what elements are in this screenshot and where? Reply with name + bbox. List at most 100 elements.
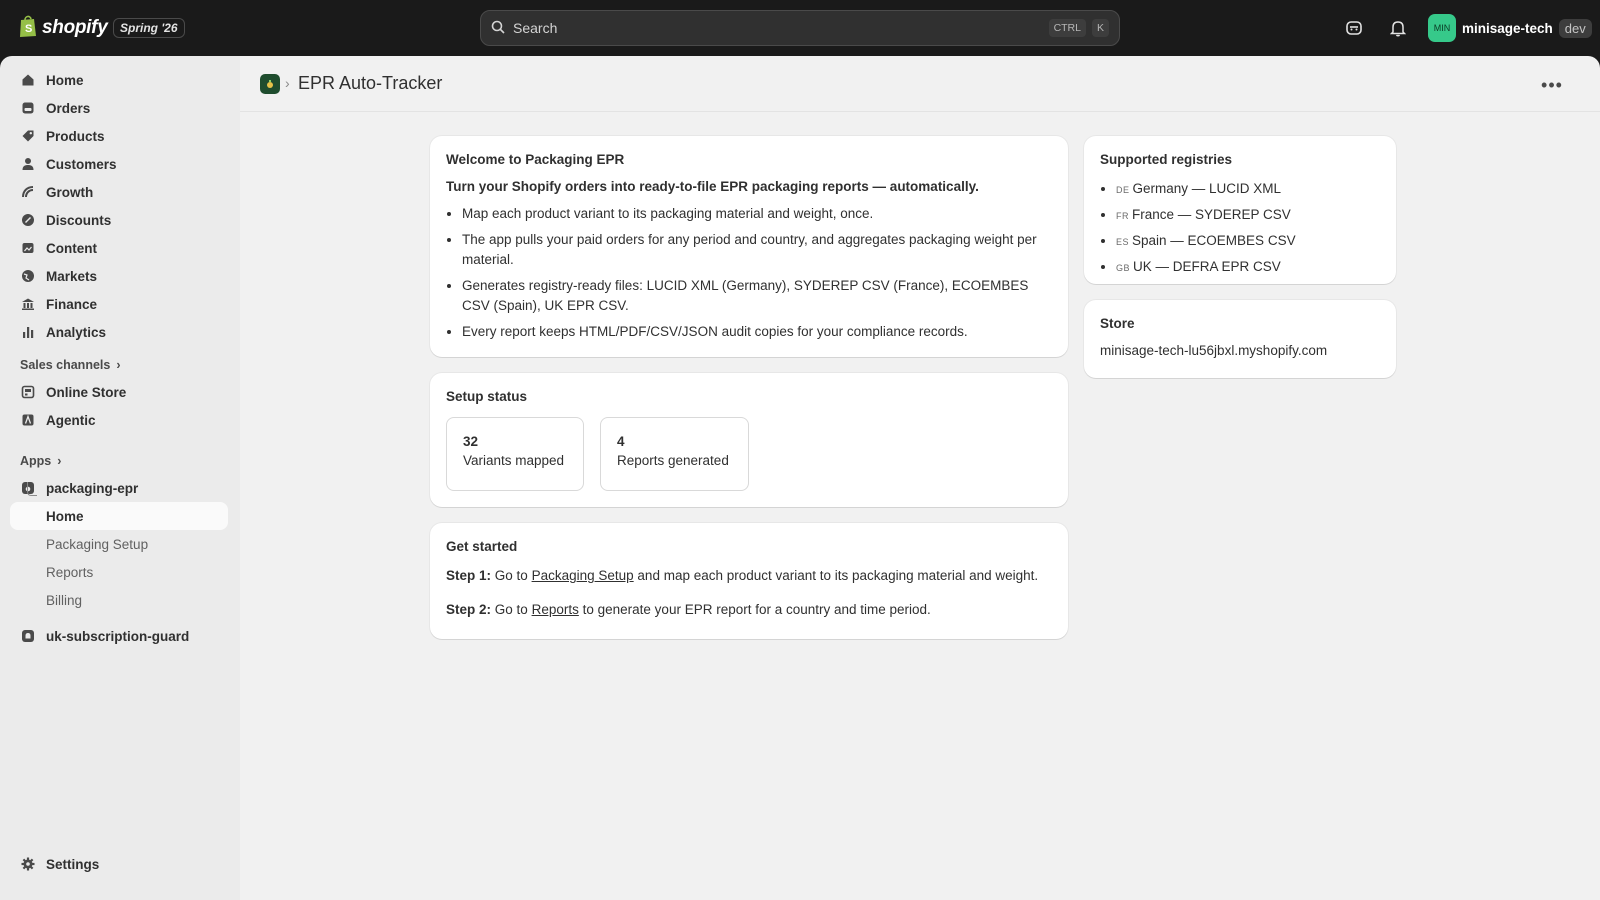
card-title: Welcome to Packaging EPR [446, 152, 625, 167]
packaging-setup-link[interactable]: Packaging Setup [532, 568, 634, 583]
registry-text: Spain — ECOEMBES CSV [1132, 233, 1296, 248]
registries-card: Supported registries DEGermany — LUCID X… [1084, 136, 1396, 284]
sidebar-item-content[interactable]: Content [10, 234, 228, 262]
gear-icon [20, 856, 36, 872]
sidebar-item-label: Online Store [46, 384, 127, 400]
stat-label: Variants mapped [463, 453, 565, 468]
card-title: Setup status [446, 389, 528, 404]
sidebar-item-packaging-setup[interactable]: Packaging Setup [46, 537, 148, 552]
stat-label: Reports generated [617, 453, 729, 468]
sidebar-item-billing[interactable]: Billing [46, 593, 82, 608]
sidebar-item-label: Home [46, 508, 84, 524]
list-item: Generates registry-ready files: LUCID XM… [462, 276, 1052, 316]
stat-reports-generated: 4 Reports generated [600, 417, 749, 491]
more-actions-button[interactable]: ••• [1538, 74, 1566, 96]
stat-value: 4 [617, 434, 625, 449]
bell-icon[interactable] [1387, 17, 1409, 39]
list-item: Map each product variant to its packagin… [462, 204, 1052, 224]
sidebar-item-finance[interactable]: Finance [10, 290, 228, 318]
shopify-bag-icon: S [18, 14, 38, 41]
step-2: Step 2: Go to Reports to generate your E… [446, 600, 1052, 620]
card-title: Store [1100, 316, 1135, 331]
welcome-card: Welcome to Packaging EPR Turn your Shopi… [430, 136, 1068, 357]
list-item: DEGermany — LUCID XML [1116, 179, 1380, 200]
sidebar-item-products[interactable]: Products [10, 122, 228, 150]
sidebar-item-uk-subscription-guard[interactable]: uk-subscription-guard [10, 622, 228, 650]
sidebar-item-reports[interactable]: Reports [46, 565, 93, 580]
search-bar[interactable]: Search CTRL K [480, 10, 1120, 46]
content-icon [20, 240, 36, 256]
chevron-right-icon: › [57, 454, 62, 468]
page-title: EPR Auto-Tracker [298, 73, 443, 93]
top-bar: S shopify Spring '26 Search CTRL K MIN m… [0, 0, 1600, 56]
step-text: to generate your EPR report for a countr… [582, 602, 931, 617]
bell-app-icon [20, 628, 36, 644]
welcome-lead: Turn your Shopify orders into ready-to-f… [446, 179, 979, 194]
step-label: Step 1: [446, 568, 492, 583]
registry-text: France — SYDEREP CSV [1132, 207, 1291, 222]
setup-status-card: Setup status 32 Variants mapped 4 Report… [430, 373, 1068, 507]
step-1: Step 1: Go to Packaging Setup and map ea… [446, 566, 1052, 586]
person-icon [20, 156, 36, 172]
country-code: GB [1116, 263, 1131, 273]
reports-link[interactable]: Reports [532, 602, 579, 617]
sidebar-item-label: Orders [46, 100, 91, 116]
sidebar-item-online-store[interactable]: Online Store [10, 378, 228, 406]
store-card: Store minisage-tech-lu56jbxl.myshopify.c… [1084, 300, 1396, 378]
feature-list: Map each product variant to its packagin… [446, 204, 1052, 342]
shopify-logo[interactable]: S shopify [18, 14, 108, 41]
main-content: › EPR Auto-Tracker ••• Welcome to Packag… [240, 56, 1600, 900]
sales-channels-heading[interactable]: Sales channels › [20, 358, 121, 372]
sidebar-item-label: Home [46, 72, 84, 88]
search-input[interactable]: Search [513, 20, 1043, 36]
sidekick-icon[interactable] [1343, 17, 1365, 39]
chevron-right-icon: › [116, 358, 121, 372]
sidebar-item-app-home[interactable]: Home [10, 502, 228, 530]
list-item: FRFrance — SYDEREP CSV [1116, 205, 1380, 226]
sidebar-item-markets[interactable]: Markets [10, 262, 228, 290]
sidebar-item-orders[interactable]: Orders [10, 94, 228, 122]
section-label: Sales channels [20, 358, 111, 372]
sidebar-item-label: Content [46, 240, 97, 256]
bar-chart-icon [20, 324, 36, 340]
orders-icon [20, 100, 36, 116]
store-icon [20, 384, 36, 400]
agentic-icon [20, 412, 36, 428]
bank-icon [20, 296, 36, 312]
list-item: ESSpain — ECOEMBES CSV [1116, 231, 1380, 252]
search-icon [491, 20, 505, 37]
breadcrumb-chevron-icon: › [285, 75, 290, 91]
sidebar-item-label: Finance [46, 296, 98, 312]
registry-text: Germany — LUCID XML [1132, 181, 1282, 196]
sidebar-item-customers[interactable]: Customers [10, 150, 228, 178]
step-label: Step 2: [446, 602, 492, 617]
stat-variants-mapped: 32 Variants mapped [446, 417, 584, 491]
edition-badge[interactable]: Spring '26 [113, 18, 185, 38]
globe-icon [20, 268, 36, 284]
sidebar-item-settings[interactable]: Settings [10, 850, 228, 878]
sidebar-item-label: Agentic [46, 412, 96, 428]
page-header: › EPR Auto-Tracker ••• [240, 56, 1600, 112]
country-code: ES [1116, 237, 1130, 247]
sidebar-item-packaging-epr[interactable]: packaging-epr [10, 474, 228, 502]
app-logo-icon[interactable] [260, 74, 280, 94]
apps-heading[interactable]: Apps › [20, 454, 61, 468]
growth-icon [20, 184, 36, 200]
sidebar-item-growth[interactable]: Growth [10, 178, 228, 206]
env-badge: dev [1558, 18, 1592, 38]
tree-connector [27, 482, 37, 496]
sidebar-item-label: Analytics [46, 324, 107, 340]
sidebar-item-discounts[interactable]: Discounts [10, 206, 228, 234]
sidebar-item-home[interactable]: Home [10, 66, 228, 94]
sidebar-item-agentic[interactable]: Agentic [10, 406, 228, 434]
shortcut-k: K [1091, 19, 1109, 37]
svg-text:S: S [25, 23, 32, 35]
sidebar-item-analytics[interactable]: Analytics [10, 318, 228, 346]
step-text: Go to [494, 568, 528, 583]
sidebar-item-label: packaging-epr [46, 480, 139, 496]
stat-value: 32 [463, 434, 479, 449]
card-title: Supported registries [1100, 152, 1233, 167]
shortcut-ctrl: CTRL [1048, 19, 1086, 37]
step-text: and map each product variant to its pack… [637, 568, 1039, 583]
account-menu[interactable]: MIN minisage-tech dev [1428, 14, 1592, 42]
